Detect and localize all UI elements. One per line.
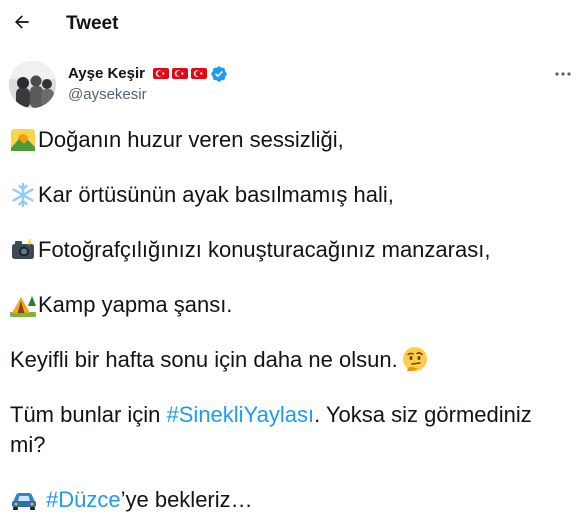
top-bar: Tweet bbox=[0, 0, 578, 50]
tweet-line: mi? bbox=[10, 430, 45, 460]
tweet-line-3: Fotoğrafçılığınızı konuşturacağınız manz… bbox=[38, 237, 491, 262]
tweet-line: #Düzce’ye bekleriz… bbox=[10, 485, 253, 515]
tweet-line-7: mi? bbox=[10, 432, 46, 457]
camping-tent-emoji bbox=[10, 296, 36, 317]
tweet-line: Keyifli bir hafta sonu için daha ne olsu… bbox=[10, 345, 431, 375]
author-name-text: Ayşe Keşir bbox=[68, 65, 145, 82]
tweet-line-1: Doğanın huzur veren sessizliği, bbox=[38, 127, 344, 152]
hashtag-link[interactable]: #Düzce bbox=[46, 485, 121, 515]
page-title: Tweet bbox=[66, 13, 119, 34]
back-button[interactable] bbox=[8, 8, 36, 36]
tweet-line: Kamp yapma şansı. bbox=[10, 290, 232, 320]
car-emoji bbox=[12, 493, 36, 510]
tweet-line-4: Kamp yapma şansı. bbox=[38, 292, 233, 317]
author-handle[interactable]: @aysekesir bbox=[68, 86, 147, 104]
hashtag-link[interactable]: #SinekliYaylası bbox=[167, 400, 315, 430]
arrow-left-icon bbox=[15, 15, 29, 29]
snowflake-emoji bbox=[12, 182, 34, 208]
tweet-line-2: Kar örtüsünün ayak basılmamış hali, bbox=[38, 182, 394, 207]
more-button[interactable] bbox=[550, 64, 576, 84]
tweet-line-6-suffix: . Yoksa siz görmediniz bbox=[314, 402, 532, 427]
author-name[interactable]: Ayşe Keşir bbox=[68, 64, 228, 83]
tweet-line-8-suffix: ’ye bekleriz… bbox=[120, 487, 253, 512]
tweet-line: Doğanın huzur veren sessizliği, bbox=[10, 125, 344, 155]
tweet-line-5: Keyifli bir hafta sonu için daha ne olsu… bbox=[10, 347, 398, 372]
tweet-line-6-prefix: Tüm bunlar için bbox=[10, 402, 167, 427]
turkey-flag-icon bbox=[172, 68, 188, 79]
avatar[interactable] bbox=[9, 61, 56, 108]
sunrise-over-mountains-emoji bbox=[11, 129, 35, 151]
camera-with-flash-emoji bbox=[12, 239, 34, 259]
thinking-face-emoji bbox=[402, 347, 427, 371]
tweet-line: Kar örtüsünün ayak basılmamış hali, bbox=[10, 180, 394, 210]
more-icon bbox=[555, 72, 571, 76]
turkey-flag-icon bbox=[191, 68, 207, 79]
flag-emojis bbox=[153, 68, 207, 79]
tweet-line: Tüm bunlar için #SinekliYaylası. Yoksa s… bbox=[10, 400, 532, 430]
verified-badge-icon bbox=[211, 65, 227, 82]
turkey-flag-icon bbox=[153, 68, 169, 79]
tweet-line: Fotoğrafçılığınızı konuşturacağınız manz… bbox=[10, 235, 490, 265]
